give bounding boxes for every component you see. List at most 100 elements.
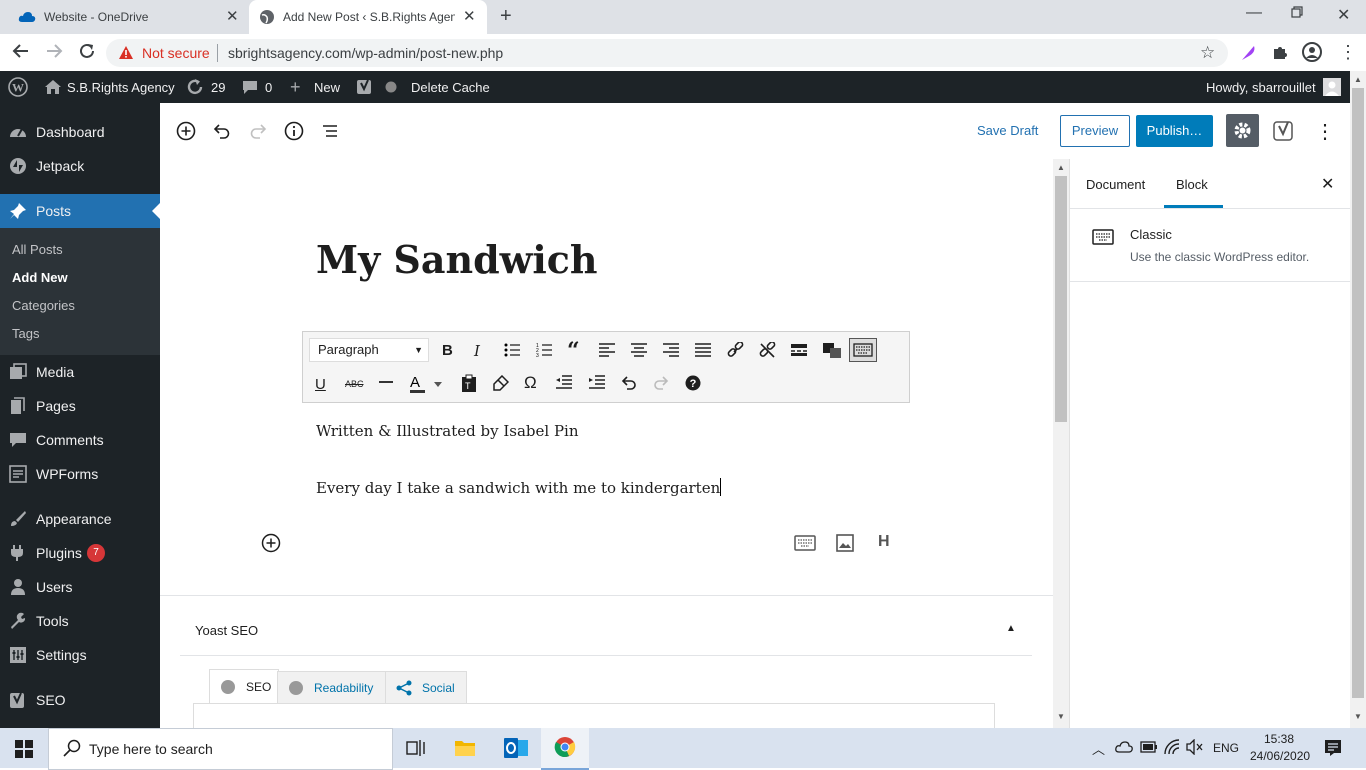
- wifi-icon[interactable]: [1164, 739, 1180, 755]
- user-avatar[interactable]: [1323, 71, 1341, 103]
- bookmark-star-icon[interactable]: ☆: [1200, 43, 1215, 63]
- browser-tab-onedrive[interactable]: Website - OneDrive ✕: [8, 0, 248, 34]
- page-scrollbar[interactable]: ▲ ▼: [1350, 71, 1366, 728]
- clock-date[interactable]: 24/06/2020: [1250, 749, 1310, 763]
- tab-block[interactable]: Block: [1176, 177, 1208, 192]
- sidebar-item-posts[interactable]: Posts: [0, 194, 160, 228]
- close-tab-icon[interactable]: ✕: [226, 7, 239, 25]
- block-navigation-icon[interactable]: [320, 121, 340, 141]
- language-indicator[interactable]: ENG: [1213, 741, 1239, 755]
- chevron-up-icon[interactable]: ︿: [1092, 739, 1105, 758]
- task-view-icon[interactable]: [406, 739, 426, 757]
- scroll-down-arrow-icon[interactable]: ▼: [1057, 712, 1065, 721]
- sidebar-item-tools[interactable]: Tools: [0, 604, 160, 638]
- help-icon[interactable]: ?: [685, 375, 701, 391]
- comments-bubble-icon[interactable]: [242, 71, 258, 103]
- windows-start-icon[interactable]: [15, 740, 33, 758]
- scroll-up-arrow-icon[interactable]: ▲: [1057, 163, 1065, 172]
- preview-button[interactable]: Preview: [1060, 115, 1130, 147]
- scrollbar-thumb[interactable]: [1352, 88, 1364, 698]
- sidebar-item-pages[interactable]: Pages: [0, 389, 160, 423]
- keyboard-toolbar-toggle-icon[interactable]: [849, 338, 877, 362]
- yoast-tab-social[interactable]: Social: [385, 671, 467, 705]
- text-color-icon[interactable]: A: [410, 374, 442, 394]
- notifications-icon[interactable]: [1324, 739, 1342, 757]
- delete-cache-link[interactable]: Delete Cache: [411, 71, 490, 103]
- extensions-puzzle-icon[interactable]: [1272, 44, 1288, 60]
- publish-button[interactable]: Publish…: [1136, 115, 1213, 147]
- sidebar-item-settings[interactable]: Settings: [0, 638, 160, 672]
- image-block-icon[interactable]: [836, 534, 854, 552]
- unlink-icon[interactable]: [759, 342, 776, 359]
- classic-block-keyboard-icon[interactable]: [794, 535, 816, 551]
- clear-formatting-icon[interactable]: [493, 375, 509, 391]
- submenu-add-new[interactable]: Add New: [12, 270, 68, 285]
- sidebar-item-users[interactable]: Users: [0, 570, 160, 604]
- yoast-panel-title[interactable]: Yoast SEO: [195, 623, 258, 638]
- sidebar-item-dashboard[interactable]: Dashboard: [0, 115, 160, 149]
- post-title[interactable]: My Sandwich: [316, 237, 598, 282]
- align-left-icon[interactable]: [599, 343, 615, 357]
- profile-avatar-icon[interactable]: [1302, 42, 1322, 62]
- back-button[interactable]: [12, 42, 30, 60]
- reload-button[interactable]: [78, 42, 96, 60]
- read-more-icon[interactable]: [791, 343, 807, 357]
- not-secure-label[interactable]: Not secure: [142, 45, 210, 61]
- collapse-arrow-icon[interactable]: ▲: [1006, 623, 1016, 634]
- address-bar[interactable]: Not secure sbrightsagency.com/wp-admin/p…: [106, 39, 1228, 67]
- chrome-taskbar-button[interactable]: [541, 728, 589, 770]
- format-select[interactable]: Paragraph ▼: [309, 338, 429, 362]
- submenu-categories[interactable]: Categories: [12, 298, 75, 313]
- howdy-user-link[interactable]: Howdy, sbarrouillet: [1206, 71, 1316, 103]
- submenu-tags[interactable]: Tags: [12, 326, 39, 341]
- align-center-icon[interactable]: [631, 343, 647, 357]
- new-tab-button[interactable]: +: [500, 5, 512, 28]
- heading-block-icon[interactable]: H: [878, 533, 890, 551]
- outdent-icon[interactable]: [556, 375, 572, 389]
- save-draft-button[interactable]: Save Draft: [977, 123, 1038, 138]
- special-character-icon[interactable]: Ω: [524, 373, 537, 393]
- onedrive-tray-icon[interactable]: [1115, 740, 1133, 754]
- file-explorer-icon[interactable]: [454, 738, 476, 758]
- url-text[interactable]: sbrightsagency.com/wp-admin/post-new.php: [228, 45, 503, 61]
- tab-document[interactable]: Document: [1086, 177, 1145, 192]
- sidebar-item-wpforms[interactable]: WPForms: [0, 457, 160, 491]
- strikethrough-button[interactable]: ABC: [345, 379, 364, 389]
- editor-scrollbar[interactable]: ▲ ▼: [1053, 159, 1069, 728]
- add-block-icon[interactable]: [176, 121, 196, 141]
- classic-redo-icon[interactable]: [653, 375, 669, 391]
- updates-count[interactable]: 29: [211, 71, 225, 103]
- blockquote-icon[interactable]: “: [567, 338, 580, 364]
- bullet-list-icon[interactable]: [504, 343, 520, 357]
- align-right-icon[interactable]: [663, 343, 679, 357]
- yoast-tab-readability[interactable]: Readability: [277, 671, 387, 705]
- sidebar-item-seo[interactable]: SEO: [0, 683, 160, 717]
- paste-text-icon[interactable]: T: [461, 374, 477, 392]
- scrollbar-thumb[interactable]: [1055, 176, 1067, 422]
- yoast-tab-seo[interactable]: SEO: [209, 669, 279, 704]
- restore-button[interactable]: [1291, 6, 1303, 18]
- close-window-button[interactable]: ✕: [1337, 5, 1350, 25]
- redo-icon[interactable]: [248, 121, 268, 141]
- yoast-sidebar-icon[interactable]: [1273, 120, 1295, 142]
- paragraph-body[interactable]: Every day I take a sandwich with me to k…: [316, 478, 722, 497]
- clock-time[interactable]: 15:38: [1264, 732, 1294, 746]
- browser-menu-icon[interactable]: ⋮: [1339, 42, 1357, 63]
- close-tab-icon[interactable]: ✕: [463, 7, 476, 25]
- horizontal-line-icon[interactable]: [379, 375, 393, 389]
- close-panel-icon[interactable]: ✕: [1321, 174, 1334, 194]
- toolbar-toggle-media-icon[interactable]: [823, 342, 841, 358]
- plus-icon[interactable]: +: [290, 71, 301, 103]
- site-name-link[interactable]: S.B.Rights Agency: [67, 71, 175, 103]
- sidebar-item-appearance[interactable]: Appearance: [0, 502, 160, 536]
- scroll-up-arrow-icon[interactable]: ▲: [1354, 75, 1362, 84]
- link-icon[interactable]: [727, 342, 744, 359]
- speaker-muted-icon[interactable]: [1186, 739, 1204, 755]
- comments-count[interactable]: 0: [265, 71, 272, 103]
- updates-icon[interactable]: [186, 71, 204, 103]
- yoast-icon[interactable]: [356, 71, 374, 103]
- more-options-icon[interactable]: ⋮: [1315, 119, 1335, 144]
- scroll-down-arrow-icon[interactable]: ▼: [1354, 712, 1362, 721]
- outlook-icon[interactable]: [503, 737, 529, 759]
- submenu-all-posts[interactable]: All Posts: [12, 242, 63, 257]
